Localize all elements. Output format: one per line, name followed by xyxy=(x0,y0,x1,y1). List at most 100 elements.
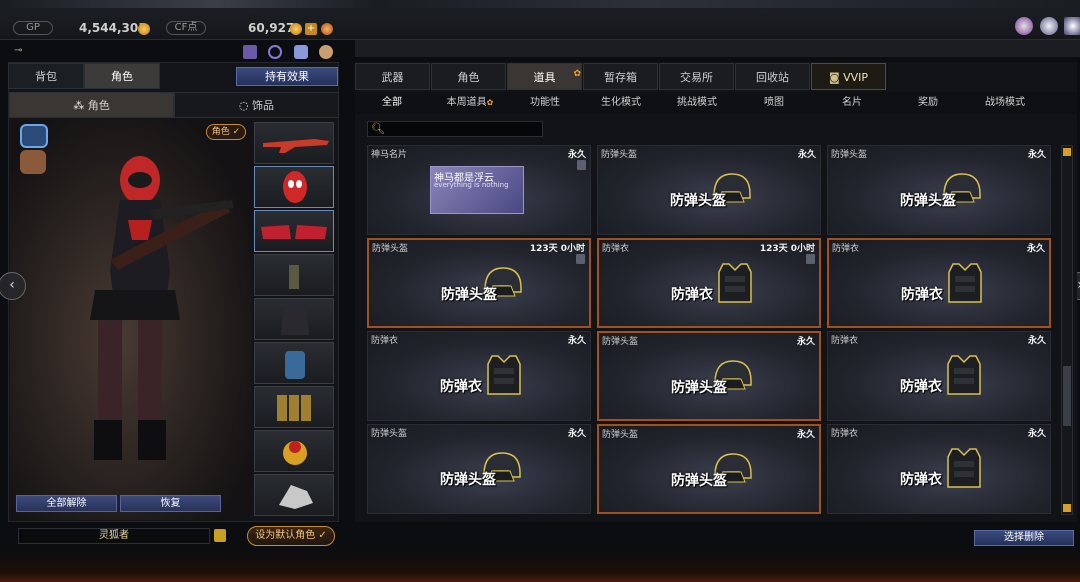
vest-icon xyxy=(944,352,988,395)
scroll-up-icon[interactable] xyxy=(1063,148,1071,156)
gp-label: GP xyxy=(13,21,53,35)
subtab-accessory[interactable]: ◌ 饰品 xyxy=(174,92,339,118)
radio-icon xyxy=(289,265,299,289)
refresh-icon[interactable] xyxy=(268,45,282,59)
tab-weapon[interactable]: 武器 xyxy=(355,63,430,90)
equip-slot-wolf[interactable] xyxy=(254,474,334,516)
item-duration: 永久 xyxy=(796,337,815,347)
filter-namecard[interactable]: 名片 xyxy=(831,92,873,114)
bag-icon[interactable] xyxy=(319,45,333,59)
item-card[interactable]: 神马名片 永久 神马都是浮云 everything is nothing xyxy=(367,145,591,235)
character-name-field[interactable]: 灵狐者 xyxy=(18,528,210,544)
recharge-button[interactable]: + xyxy=(305,23,317,35)
tab-character[interactable]: 角色 xyxy=(84,63,160,89)
item-label: 防弹衣 xyxy=(671,287,713,303)
cf-value: 60,927 xyxy=(248,21,295,35)
filter-challenge[interactable]: 挑战模式 xyxy=(673,92,721,114)
equip-slot-weapon[interactable] xyxy=(254,122,334,164)
tab-vvip[interactable]: ◙ VVIP xyxy=(811,63,886,90)
scroll-thumb[interactable] xyxy=(1063,366,1071,426)
equip-slot-hood[interactable] xyxy=(254,298,334,340)
paint-icon[interactable] xyxy=(294,45,308,59)
tab-backpack[interactable]: 背包 xyxy=(8,63,84,89)
item-duration: 永久 xyxy=(797,150,816,160)
mask-icon xyxy=(283,171,307,203)
rename-icon[interactable] xyxy=(214,529,226,542)
item-card[interactable]: 防弹衣 永久 防弹衣 xyxy=(827,331,1051,421)
filter-all[interactable]: 全部 xyxy=(369,92,415,114)
item-name: 神马名片 xyxy=(371,150,408,160)
tab-items[interactable]: 道具 ✿ xyxy=(507,63,582,90)
ring-icon xyxy=(283,441,307,465)
item-card[interactable]: 防弹衣 永久 防弹衣 xyxy=(827,424,1051,514)
item-name: 防弹衣 xyxy=(832,244,860,254)
equip-slot-radio[interactable] xyxy=(254,254,334,296)
gift-icon: ✿ xyxy=(573,69,581,79)
item-card[interactable]: 防弹衣 永久 防弹衣 xyxy=(827,238,1051,328)
item-name: 防弹头盔 xyxy=(831,150,868,160)
vest-icon xyxy=(944,445,988,488)
globe-icon[interactable] xyxy=(1015,17,1033,35)
filter-battlefield[interactable]: 战场模式 xyxy=(977,92,1033,114)
item-card[interactable]: 防弹头盔 永久 防弹头盔 xyxy=(597,331,821,421)
equip-slot-ring[interactable] xyxy=(254,430,334,472)
tab-exchange[interactable]: 交易所 xyxy=(659,63,734,90)
tab-vvip-label: VVIP xyxy=(843,71,869,84)
search-input[interactable]: 🔍︎ xyxy=(367,121,543,137)
item-scrollbar[interactable] xyxy=(1061,145,1073,515)
item-duration: 永久 xyxy=(1027,429,1046,439)
equip-slot-grenade[interactable] xyxy=(254,342,334,384)
search-icon: 🔍︎ xyxy=(371,122,385,135)
top-decoration xyxy=(0,0,1080,8)
item-duration: 永久 xyxy=(567,150,586,160)
filter-zombie[interactable]: 生化模式 xyxy=(597,92,645,114)
item-duration: 123天 0小时 xyxy=(529,244,585,254)
item-card[interactable]: 防弹头盔 123天 0小时 防弹头盔 xyxy=(367,238,591,328)
item-card[interactable]: 防弹衣 永久 防弹衣 xyxy=(367,331,591,421)
hold-effect-button[interactable]: 持有效果 xyxy=(236,67,338,86)
item-card[interactable]: 防弹衣 123天 0小时 防弹衣 xyxy=(597,238,821,328)
wolf-icon xyxy=(279,485,313,509)
select-delete-button[interactable]: 选择删除 xyxy=(974,530,1074,546)
trash-icon[interactable] xyxy=(576,254,585,264)
clear-all-button[interactable]: 全部解除 xyxy=(16,495,117,512)
item-label: 防弹头盔 xyxy=(441,287,497,303)
set-default-character-button[interactable]: 设为默认角色 ✓ xyxy=(247,526,335,546)
filter-weekly[interactable]: 本周道具✿ xyxy=(443,92,497,114)
tab-items-label: 道具 xyxy=(533,71,556,84)
tab-role[interactable]: 角色 xyxy=(431,63,506,90)
hood-icon xyxy=(281,306,309,335)
fox-icon[interactable] xyxy=(1040,17,1058,35)
filter-spray[interactable]: 喷图 xyxy=(753,92,795,114)
restore-button[interactable]: 恢复 xyxy=(120,495,221,512)
item-card[interactable]: 防弹头盔 永久 防弹头盔 xyxy=(597,424,821,514)
character-subtabs: ⁂ 角色 ◌ 饰品 xyxy=(9,92,339,118)
tab-storage[interactable]: 暂存箱 xyxy=(583,63,658,90)
filter-reward[interactable]: 奖励 xyxy=(907,92,949,114)
item-card[interactable]: 防弹头盔 永久 防弹头盔 xyxy=(597,145,821,235)
item-label: 防弹头盔 xyxy=(671,380,727,396)
accessory-subtab-icon: ◌ xyxy=(238,99,253,112)
item-duration: 永久 xyxy=(1027,150,1046,160)
equip-slot-mask[interactable] xyxy=(254,166,334,208)
tab-recycle[interactable]: 回收站 xyxy=(735,63,810,90)
scroll-down-icon[interactable] xyxy=(1063,504,1071,512)
subtab-character[interactable]: ⁂ 角色 xyxy=(9,92,174,118)
ranking-icon[interactable] xyxy=(243,45,257,59)
filter-functional[interactable]: 功能性 xyxy=(521,92,569,114)
equip-slot-ammo[interactable] xyxy=(254,386,334,428)
character-preview[interactable] xyxy=(10,120,252,520)
trash-icon[interactable] xyxy=(806,254,815,264)
item-name: 防弹衣 xyxy=(831,336,859,346)
item-filter-bar: 全部 本周道具✿ 功能性 生化模式 挑战模式 喷图 名片 奖励 战场模式 xyxy=(355,92,1077,114)
bonus-icon[interactable] xyxy=(321,23,333,35)
item-card[interactable]: 防弹头盔 永久 防弹头盔 xyxy=(827,145,1051,235)
vip-logo-icon[interactable] xyxy=(1064,17,1080,35)
trash-icon[interactable] xyxy=(577,160,586,170)
filter-weekly-label: 本周道具 xyxy=(446,97,487,108)
item-label: 防弹衣 xyxy=(900,379,942,395)
item-label: 防弹头盔 xyxy=(440,472,496,488)
item-card[interactable]: 防弹头盔 永久 防弹头盔 xyxy=(367,424,591,514)
equip-slot-glasses[interactable] xyxy=(254,210,334,252)
item-name: 防弹衣 xyxy=(371,336,399,346)
